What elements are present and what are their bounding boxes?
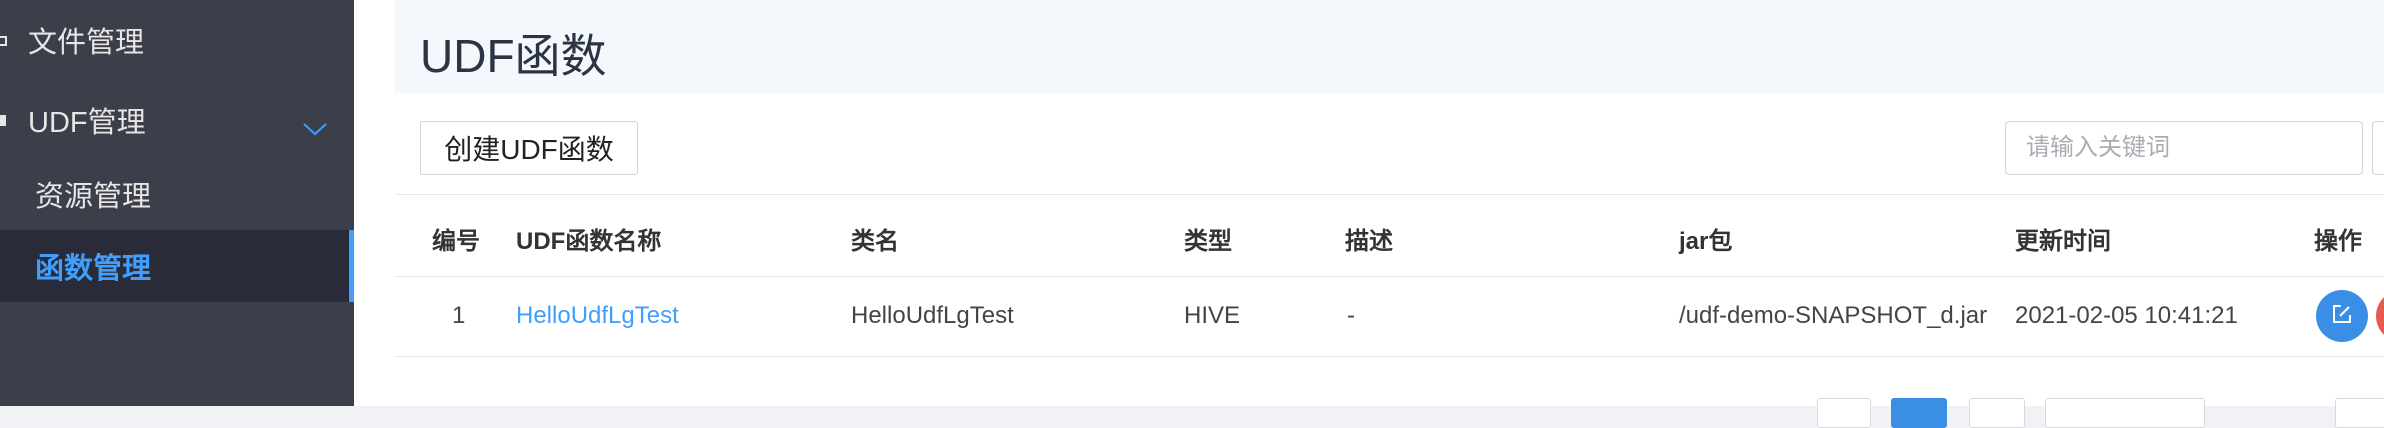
column-header: 编号 [432,228,480,255]
sidebar-item-label: 资源管理 [35,181,152,213]
cell-type: HIVE [1184,302,1241,329]
column-header: UDF函数名称 [516,228,662,255]
cell-description: - [1347,302,1355,329]
edit-button[interactable] [2316,290,2368,342]
main-content: UDF函数 创建UDF函数 编号 UDF函数名称 类名 类型 描述 jar包 更… [354,0,2384,428]
divider [395,356,2384,357]
divider [395,276,2384,277]
pagination-next-button[interactable] [1969,398,2025,428]
udf-icon [0,112,8,128]
divider [395,194,2384,195]
pagination-page-button[interactable] [1891,398,1947,428]
cell-id: 1 [452,302,466,329]
create-udf-button[interactable]: 创建UDF函数 [420,121,638,175]
page-header: UDF函数 [395,0,2384,93]
column-header: 类型 [1184,228,1232,255]
udf-name-link[interactable]: HelloUdfLgTest [516,302,679,330]
cell-class-name: HelloUdfLgTest [851,302,1014,329]
sidebar-item-function-management[interactable]: 函数管理 [0,230,354,302]
sidebar-item-label: 文件管理 [28,27,145,59]
cell-updated-time: 2021-02-05 10:41:21 [2015,302,2238,329]
cell-jar: /udf-demo-SNAPSHOT_d.jar [1679,302,1988,329]
sidebar: 文件管理 UDF管理 资源管理 函数管理 [0,0,354,406]
sidebar-item-udf-management[interactable]: UDF管理 [0,84,354,156]
page-size-select[interactable] [2045,398,2205,428]
sidebar-item-label: 函数管理 [35,253,152,285]
search-button[interactable] [2372,121,2384,175]
page-title: UDF函数 [420,30,607,82]
column-header: jar包 [1679,228,1733,255]
column-header: 类名 [851,228,899,255]
search-input[interactable] [2005,121,2363,175]
folder-icon [0,32,8,48]
sidebar-item-label: UDF管理 [28,107,146,139]
page-jump-input[interactable] [2335,398,2384,428]
column-header: 更新时间 [2015,228,2111,255]
column-header: 描述 [1345,228,1393,255]
column-header: 操作 [2314,228,2362,255]
edit-icon [2331,303,2353,330]
pagination-prev-button[interactable] [1817,398,1871,428]
chevron-down-icon [302,112,328,136]
delete-button[interactable] [2376,290,2384,342]
sidebar-item-resource-management[interactable]: 资源管理 [0,158,354,230]
sidebar-item-file-management[interactable]: 文件管理 [0,4,354,76]
